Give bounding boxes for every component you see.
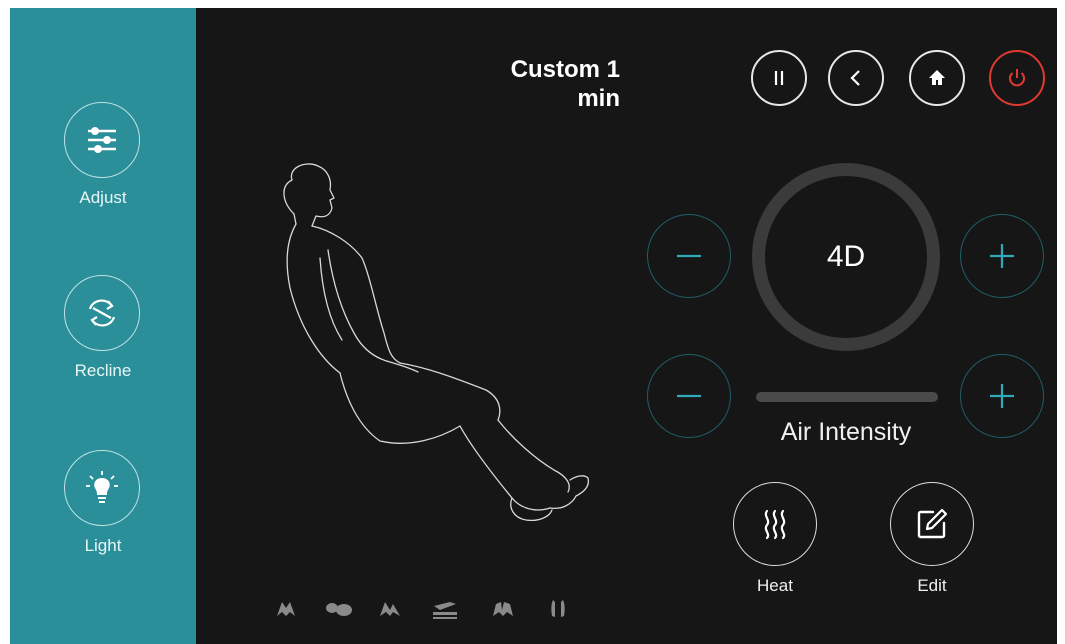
home-icon: [929, 70, 945, 85]
power-button[interactable]: [989, 50, 1045, 106]
sidebar-item-label: Recline: [74, 361, 132, 380]
foot-icon[interactable]: [548, 598, 568, 620]
air-intensity-label: Air Intensity: [780, 418, 912, 446]
plus-icon: [990, 384, 1014, 408]
edit-label: Edit: [917, 576, 947, 595]
waist-icon[interactable]: [378, 598, 402, 620]
massage-chair-screen: Adjust Recline Light Custom 1 min 4D Air…: [10, 8, 1057, 644]
plus-icon: [990, 244, 1014, 268]
4d-plus-button[interactable]: [960, 214, 1044, 298]
pause-icon: [774, 71, 784, 85]
body-figure: [283, 163, 590, 522]
shoulder-icon[interactable]: [274, 598, 298, 620]
heat-button[interactable]: [733, 482, 817, 566]
adjust-button[interactable]: [64, 102, 140, 178]
program-time: min: [577, 85, 620, 112]
lightbulb-icon: [86, 471, 118, 503]
back-icon: [850, 70, 860, 86]
recline-button[interactable]: [64, 275, 140, 351]
seat-icon[interactable]: [430, 598, 460, 620]
4d-minus-button[interactable]: [647, 214, 731, 298]
program-title: Custom 1 min: [430, 55, 620, 113]
4d-dial: 4D: [752, 163, 940, 351]
program-name: Custom 1: [510, 56, 620, 83]
sliders-icon: [88, 127, 116, 153]
recline-icon: [88, 299, 116, 327]
heat-icon: [764, 509, 786, 540]
calf-icon[interactable]: [490, 598, 516, 620]
pause-button[interactable]: [751, 50, 807, 106]
sidebar: Adjust Recline Light: [10, 8, 196, 644]
light-button[interactable]: [64, 450, 140, 526]
massage-area-icons: [274, 598, 574, 622]
minus-icon: [677, 254, 701, 258]
home-button[interactable]: [909, 50, 965, 106]
air-minus-button[interactable]: [647, 354, 731, 438]
back-massage-icon[interactable]: [324, 598, 354, 620]
edit-button[interactable]: [890, 482, 974, 566]
air-plus-button[interactable]: [960, 354, 1044, 438]
sidebar-item-label: Light: [84, 536, 122, 555]
back-button[interactable]: [828, 50, 884, 106]
air-intensity-bar[interactable]: [756, 392, 938, 402]
sidebar-item-label: Adjust: [79, 188, 127, 207]
edit-icon: [917, 508, 948, 539]
power-icon: [1009, 69, 1025, 87]
4d-label: 4D: [826, 240, 866, 273]
heat-label: Heat: [757, 576, 793, 595]
minus-icon: [677, 394, 701, 398]
